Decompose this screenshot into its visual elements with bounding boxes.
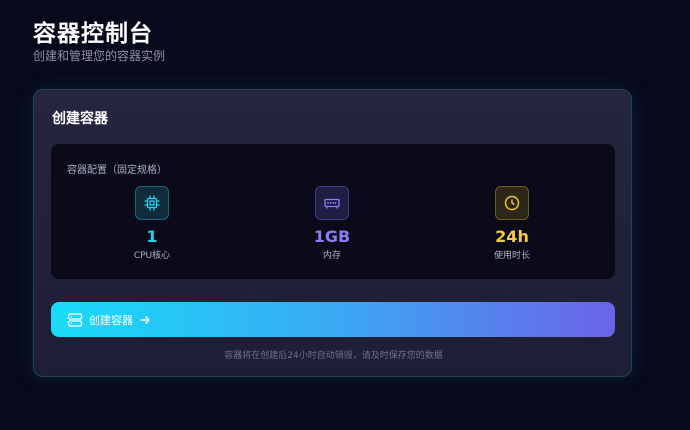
spec-duration-value: 24h (495, 227, 529, 246)
config-panel: 容器配置（固定规格） 1 CPU核心 1GB 内存 24h 使用时长 (51, 144, 615, 279)
spec-cpu-caption: CPU核心 (133, 251, 171, 261)
cpu-icon (135, 186, 169, 220)
page-title: 容器控制台 (33, 21, 153, 47)
server-icon (67, 312, 83, 328)
clock-icon (495, 186, 529, 220)
container-console-page: 容器控制台 创建和管理您的容器实例 创建容器 容器配置（固定规格） 1 CPU核… (0, 0, 690, 430)
spec-cpu-value: 1 (146, 227, 158, 246)
spec-memory-value: 1GB (313, 227, 351, 246)
spec-memory-caption: 内存 (322, 251, 341, 261)
create-container-card: 创建容器 容器配置（固定规格） 1 CPU核心 1GB 内存 24h 使用时长 … (33, 89, 632, 377)
spec-memory: 1GB 内存 (272, 186, 392, 266)
create-container-button-label: 创建容器 (89, 313, 133, 327)
page-subtitle: 创建和管理您的容器实例 (33, 49, 166, 63)
arrow-right-icon (139, 314, 151, 326)
auto-destroy-notice: 容器将在创建后24小时自动销毁，请及时保存您的数据 (224, 351, 443, 361)
config-label: 容器配置（固定规格） (67, 165, 167, 176)
card-title: 创建容器 (52, 111, 108, 127)
spec-duration: 24h 使用时长 (452, 186, 572, 266)
memory-icon (315, 186, 349, 220)
create-container-button[interactable]: 创建容器 (51, 302, 615, 337)
spec-duration-caption: 使用时长 (493, 251, 530, 261)
spec-cpu: 1 CPU核心 (92, 186, 212, 266)
